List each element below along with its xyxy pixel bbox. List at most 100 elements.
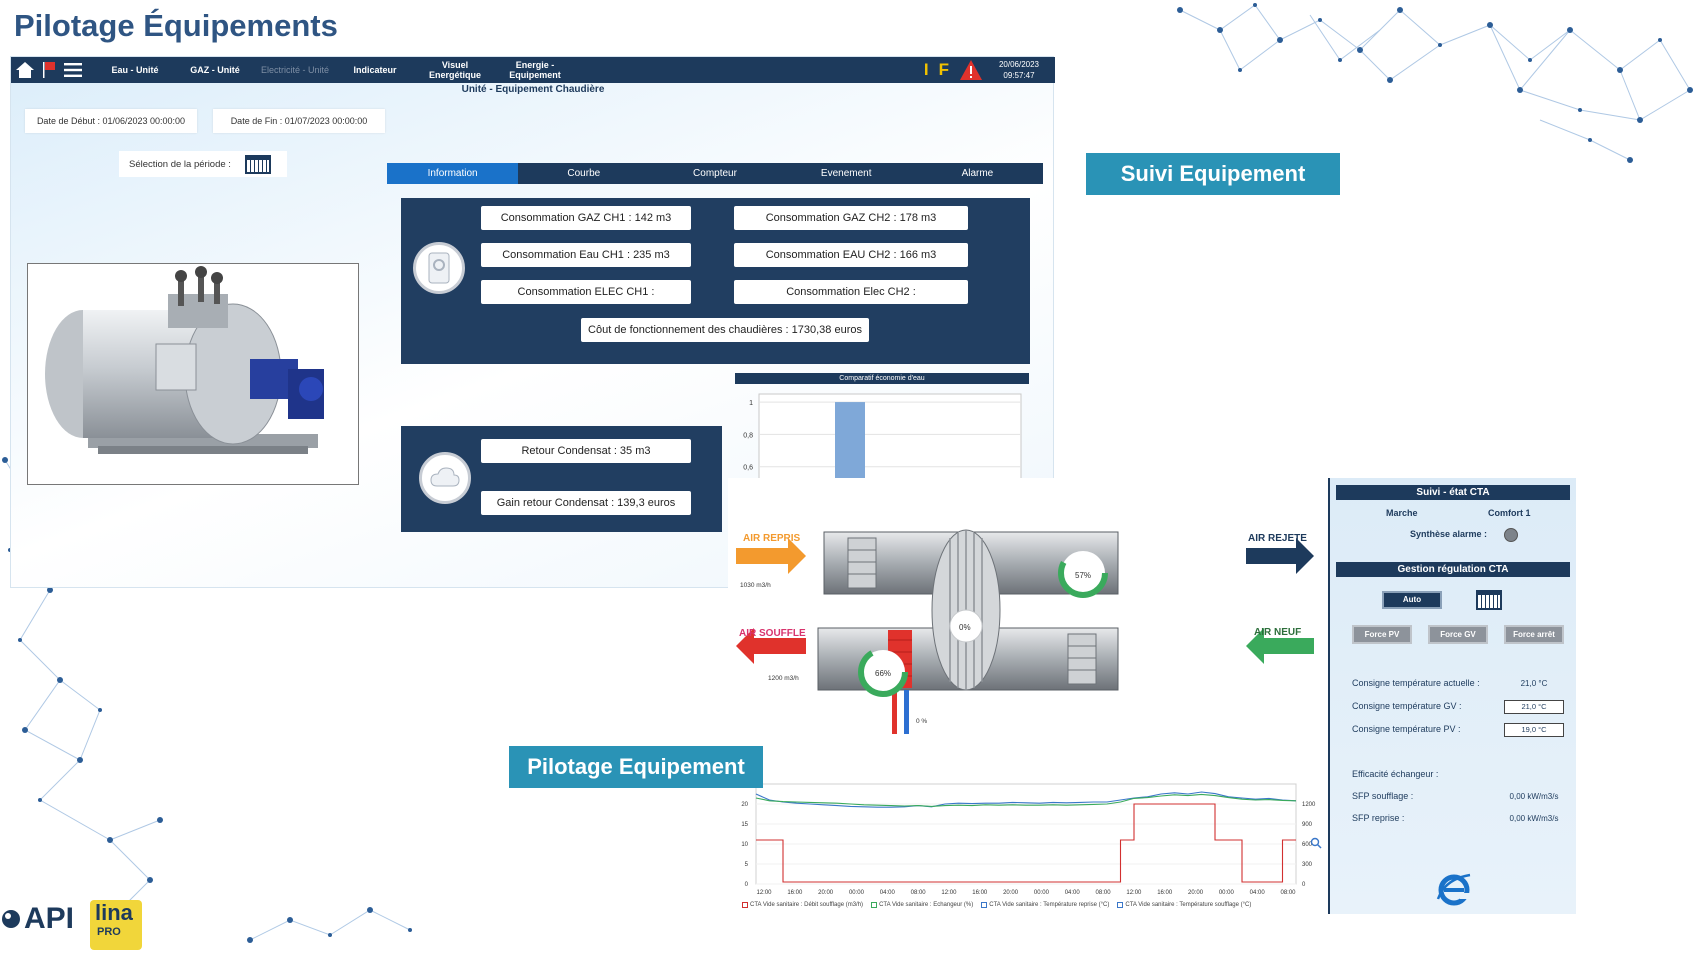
home-icon[interactable] (13, 57, 37, 83)
sfp-soufflage-value: 0,00 kW/m3/s (1509, 792, 1559, 801)
auto-button[interactable]: Auto (1382, 591, 1442, 609)
legend-checkbox[interactable] (981, 902, 988, 908)
condensate-return-field: Retour Condensat : 35 m3 (481, 439, 691, 463)
x-tick-label: 16:00 (972, 890, 988, 896)
nav-eau-unite[interactable]: Eau - Unité (95, 65, 175, 75)
gaz-ch2-field: Consommation GAZ CH2 : 178 m3 (734, 206, 968, 230)
consigne-actuelle-label: Consigne température actuelle : (1352, 678, 1480, 688)
api-logo: API (0, 902, 74, 936)
y-tick-label: 0,8 (743, 432, 753, 439)
alarm-status-indicator (1504, 528, 1518, 542)
legend-label: CTA Vide sanitaire : Débit soufflage (m3… (750, 902, 864, 908)
x-tick-label: 20:00 (818, 890, 834, 896)
force-pv-button[interactable]: Force PV (1352, 625, 1412, 644)
trend-plot: 201510501200900600300012:00 16:00 20:00 00:… (741, 783, 1316, 896)
tab-compteur[interactable]: Compteur (649, 163, 780, 184)
y-left-tick-label: 10 (741, 842, 748, 848)
eau-ch1-field: Consommation Eau CH1 : 235 m3 (481, 243, 691, 267)
period-label: Sélection de la période : (129, 158, 231, 170)
nav-visuel-energetique[interactable]: Visuel Energétique (415, 60, 495, 80)
air-rejete-temp: 23,5 °C (1260, 565, 1282, 572)
x-tick-label: 00:00 (849, 890, 865, 896)
flag-icon[interactable] (37, 57, 61, 83)
nav-status: I F 20/06/2023 09:57:47 (924, 57, 1045, 83)
cta-confort: Comfort 1 (1488, 508, 1531, 518)
air-neuf-temp: 20,5 °C (1266, 659, 1288, 666)
legend-item[interactable]: CTA Vide sanitaire : Echangeur (%) (871, 902, 973, 908)
schedule-calendar-icon[interactable] (1476, 590, 1502, 610)
y-left-tick-label: 15 (741, 822, 748, 828)
gaz-ch1-field: Consommation GAZ CH1 : 142 m3 (481, 206, 691, 230)
air-souffle-flow: 1200 m3/h (768, 675, 799, 682)
cta-gestion-title: Gestion régulation CTA (1336, 562, 1570, 577)
legend-item[interactable]: CTA Vide sanitaire : Température souffla… (1117, 902, 1251, 908)
legend-label: CTA Vide sanitaire : Température reprise… (989, 902, 1110, 908)
nav-gaz-unite[interactable]: GAZ - Unité (175, 65, 255, 75)
zoom-icon[interactable] (1310, 836, 1322, 849)
condensate-panel: Retour Condensat : 35 m3 Gain retour Con… (401, 426, 722, 532)
internet-explorer-icon[interactable] (1435, 869, 1473, 907)
boiler-illustration (45, 266, 324, 454)
efficacite-label: Efficacité échangeur : (1352, 769, 1439, 779)
boiler-icon (413, 242, 465, 294)
nav-time: 09:57:47 (1003, 71, 1035, 80)
legend-checkbox[interactable] (871, 902, 878, 908)
tab-information[interactable]: Information (387, 163, 519, 184)
force-arret-button[interactable]: Force arrêt (1504, 625, 1564, 644)
y-left-tick-label: 5 (745, 862, 749, 868)
elec-ch2-field: Consommation Elec CH2 : (734, 280, 968, 304)
network-decoration-bottom (247, 907, 412, 943)
alarm-warning-icon[interactable] (959, 59, 983, 81)
fan-bottom-value: 66% (875, 669, 892, 678)
suivi-banner: Suivi Equipement (1086, 153, 1340, 195)
period-selector[interactable]: Sélection de la période : (119, 151, 287, 177)
y-left-tick-label: 0 (745, 882, 749, 888)
tab-courbe[interactable]: Courbe (518, 163, 649, 184)
x-tick-label: 12:00 (1126, 890, 1142, 896)
x-tick-label: 00:00 (1034, 890, 1050, 896)
legend-label: CTA Vide sanitaire : Echangeur (%) (879, 902, 974, 908)
consigne-pv-input[interactable]: 19,0 °C (1504, 723, 1564, 737)
cta-status-title: Suivi - état CTA (1336, 485, 1570, 500)
consigne-pv-label: Consigne température PV : (1352, 724, 1461, 734)
x-tick-label: 20:00 (1003, 890, 1019, 896)
y-right-tick-label: 300 (1302, 862, 1313, 868)
consigne-actuelle-value: 21,0 °C (1520, 679, 1548, 688)
tab-alarme[interactable]: Alarme (912, 163, 1043, 184)
nav-electricite-unite[interactable]: Electricité - Unité (255, 65, 335, 75)
force-gv-button[interactable]: Force GV (1428, 625, 1488, 644)
calendar-icon[interactable] (244, 154, 271, 174)
window-subtitle: Unité - Equipement Chaudière (461, 84, 605, 95)
legend-checkbox[interactable] (1117, 902, 1124, 908)
eau-ch2-field: Consommation EAU CH2 : 166 m3 (734, 243, 968, 267)
api-logo-text: API (24, 902, 75, 935)
fan-top-value: 57% (1075, 571, 1092, 580)
pro-logo-text: PRO (97, 926, 121, 938)
y-right-tick-label: 1200 (1302, 802, 1316, 808)
y-right-tick-label: 0 (1302, 882, 1306, 888)
legend-checkbox[interactable] (742, 902, 748, 908)
valve-value: 0 % (916, 718, 928, 725)
menu-icon[interactable] (61, 57, 85, 83)
x-tick-label: 08:00 (911, 890, 927, 896)
legend-item[interactable]: CTA Vide sanitaire : Débit soufflage (m3… (742, 902, 863, 908)
consumption-panel: Consommation GAZ CH1 : 142 m3 Consommati… (401, 198, 1030, 364)
trend-legend: CTA Vide sanitaire : Débit soufflage (m3… (742, 902, 1251, 908)
legend-item[interactable]: CTA Vide sanitaire : Température reprise… (981, 902, 1109, 908)
legend-label: CTA Vide sanitaire : Température souffla… (1125, 902, 1252, 908)
end-date-field[interactable]: Date de Fin : 01/07/2023 00:00:00 (213, 109, 385, 133)
info-flag[interactable]: I (924, 60, 929, 80)
consigne-gv-input[interactable]: 21,0 °C (1504, 700, 1564, 714)
sfp-reprise-label: SFP reprise : (1352, 813, 1405, 823)
x-tick-label: 08:00 (1280, 890, 1296, 896)
elec-ch1-field: Consommation ELEC CH1 : (481, 280, 691, 304)
tab-evenement[interactable]: Evenement (781, 163, 912, 184)
sfp-soufflage-label: SFP soufflage : (1352, 791, 1414, 801)
lina-pro-logo: lina PRO (90, 900, 142, 950)
nav-indicateur[interactable]: Indicateur (335, 65, 415, 75)
trend-chart: 20 15 10 5 0 1200 900 600 300 0 12:00 16:00 20:00 00:… (728, 780, 1328, 914)
fault-flag[interactable]: F (939, 60, 949, 80)
start-date-field[interactable]: Date de Début : 01/06/2023 00:00:00 (25, 109, 197, 133)
air-repris-label: AIR REPRIS (743, 533, 801, 544)
nav-energie-equipement[interactable]: Energie - Equipement (495, 60, 575, 80)
